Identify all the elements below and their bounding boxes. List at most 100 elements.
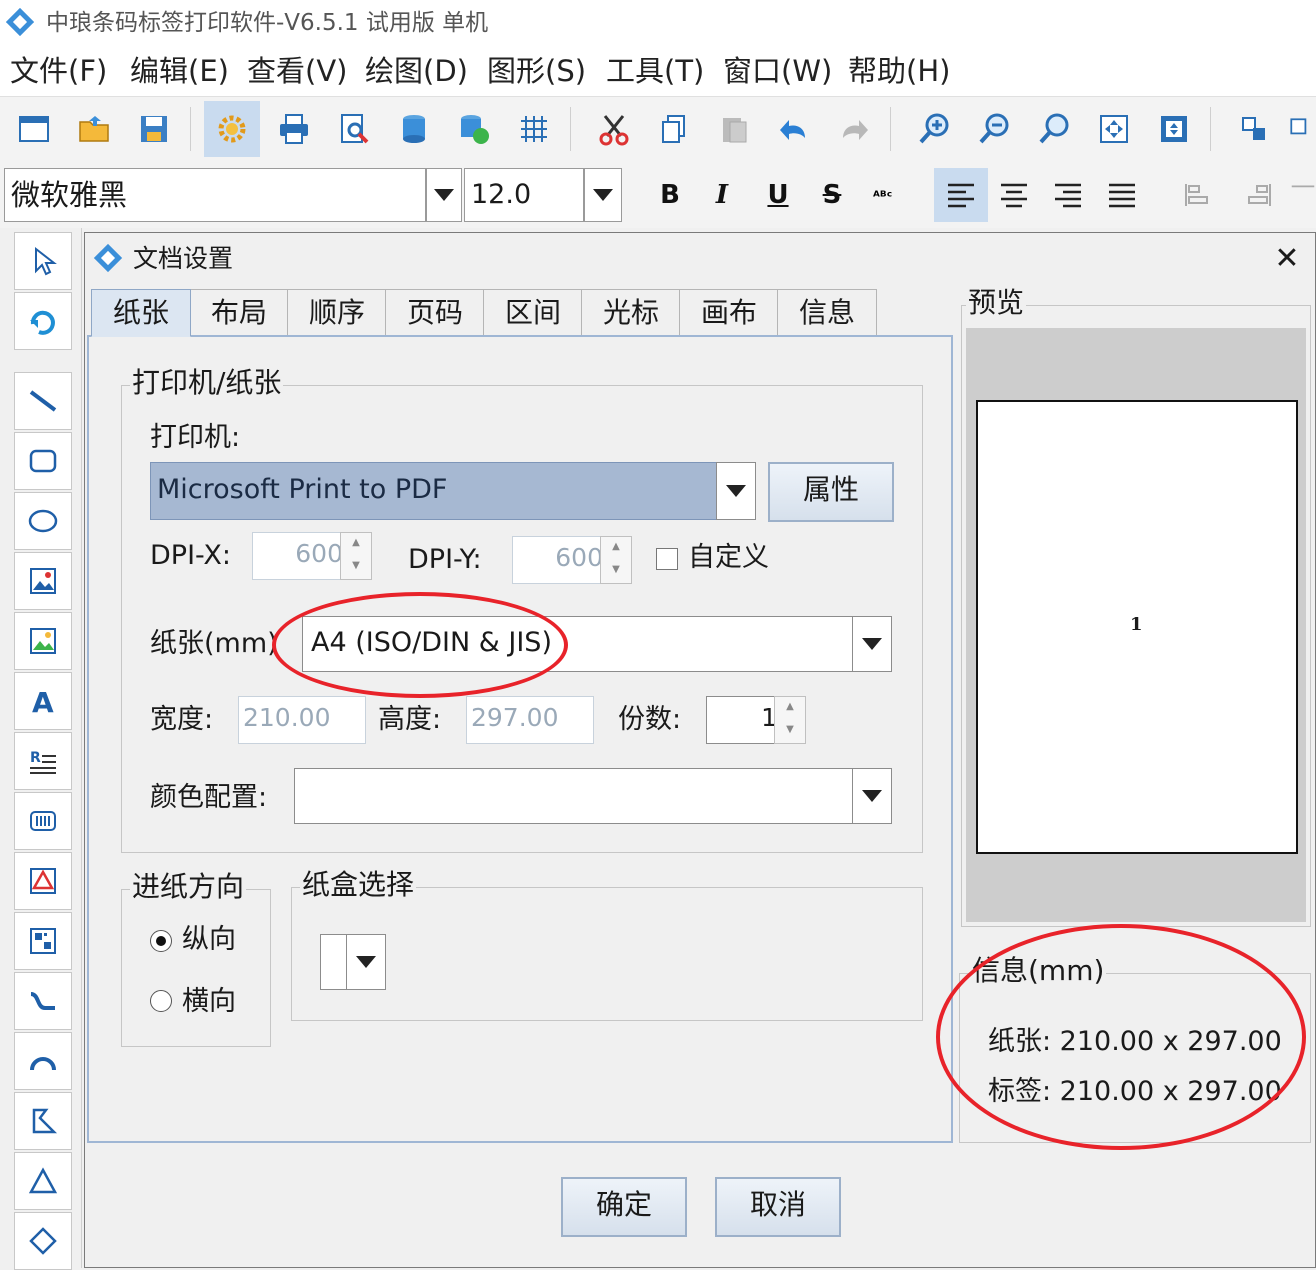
underline-button[interactable]: U bbox=[752, 168, 804, 222]
data-matrix-tool-icon[interactable] bbox=[14, 912, 72, 970]
undo-icon[interactable] bbox=[766, 101, 822, 157]
diamond-tool-icon[interactable] bbox=[14, 1212, 72, 1270]
menu-edit[interactable]: 编辑(E) bbox=[130, 52, 229, 90]
image-tool-icon[interactable] bbox=[14, 552, 72, 610]
dialog-title: 文档设置 bbox=[133, 244, 234, 273]
redo-icon[interactable] bbox=[826, 101, 882, 157]
properties-button[interactable]: 属性 bbox=[768, 462, 894, 522]
grid-icon[interactable] bbox=[506, 101, 562, 157]
database-connect-icon[interactable] bbox=[446, 101, 502, 157]
bold-button[interactable]: B bbox=[644, 168, 696, 222]
tab-paper[interactable]: 纸张 bbox=[91, 289, 191, 337]
char-spacing-icon[interactable]: ᴬᴮᶜ bbox=[860, 168, 912, 222]
copy-icon[interactable] bbox=[646, 101, 702, 157]
copies-field[interactable]: 1 bbox=[706, 696, 784, 744]
cancel-button[interactable]: 取消 bbox=[715, 1177, 841, 1237]
rotate-icon[interactable] bbox=[14, 292, 72, 350]
tab-canvas[interactable]: 画布 bbox=[679, 289, 779, 336]
preview-group: 预览 1 bbox=[961, 286, 1311, 927]
align-left-icon[interactable] bbox=[934, 168, 988, 222]
paper-tray-group: 纸盒选择 bbox=[291, 868, 923, 1021]
align-objects-right-icon[interactable] bbox=[1232, 168, 1284, 222]
layer-icon[interactable] bbox=[1286, 101, 1316, 157]
menu-view[interactable]: 查看(V) bbox=[247, 52, 347, 90]
line-tool-icon[interactable] bbox=[14, 372, 72, 430]
close-icon[interactable]: ✕ bbox=[1269, 241, 1305, 277]
chevron-down-icon[interactable] bbox=[584, 168, 622, 222]
chevron-down-icon[interactable] bbox=[426, 168, 462, 222]
dpi-x-field[interactable]: 600 bbox=[252, 532, 350, 580]
align-center-icon[interactable] bbox=[988, 168, 1040, 222]
settings-gear-icon[interactable] bbox=[204, 101, 260, 157]
tab-range[interactable]: 区间 bbox=[483, 289, 583, 336]
zoom-icon[interactable] bbox=[1026, 101, 1082, 157]
rich-text-tool-icon[interactable]: R bbox=[14, 732, 72, 790]
landscape-radio[interactable] bbox=[150, 990, 172, 1012]
chevron-down-icon[interactable] bbox=[852, 768, 892, 824]
menu-tools[interactable]: 工具(T) bbox=[606, 52, 704, 90]
paper-tray-select[interactable] bbox=[320, 934, 348, 990]
barcode-tool-icon[interactable] bbox=[14, 792, 72, 850]
chevron-down-icon[interactable] bbox=[716, 462, 756, 520]
print-preview-icon[interactable] bbox=[326, 101, 382, 157]
italic-button[interactable]: I bbox=[696, 168, 748, 222]
database-icon[interactable] bbox=[386, 101, 442, 157]
align-objects-top-icon[interactable] bbox=[1290, 168, 1316, 222]
tab-cursor[interactable]: 光标 bbox=[581, 289, 681, 336]
portrait-label: 纵向 bbox=[182, 924, 236, 955]
rectangle-tool-icon[interactable] bbox=[14, 432, 72, 490]
font-name-field[interactable]: 微软雅黑 bbox=[4, 168, 426, 222]
width-field[interactable]: 210.00 bbox=[238, 696, 366, 744]
custom-label: 自定义 bbox=[688, 542, 769, 573]
tab-layout[interactable]: 布局 bbox=[189, 289, 289, 336]
dpi-y-stepper[interactable]: ▲ ▼ bbox=[600, 536, 632, 584]
print-icon[interactable] bbox=[266, 101, 322, 157]
menu-draw[interactable]: 绘图(D) bbox=[365, 52, 468, 90]
strikethrough-button[interactable]: S bbox=[806, 168, 858, 222]
menu-window[interactable]: 窗口(W) bbox=[723, 52, 832, 90]
triangle-tool-icon[interactable] bbox=[14, 1152, 72, 1210]
align-right-icon[interactable] bbox=[1042, 168, 1094, 222]
fit-window-icon[interactable] bbox=[1146, 101, 1202, 157]
save-icon[interactable] bbox=[126, 101, 182, 157]
font-size-field[interactable]: 12.0 bbox=[464, 168, 584, 222]
zoom-out-icon[interactable] bbox=[966, 101, 1022, 157]
cut-icon[interactable] bbox=[586, 101, 642, 157]
picture-tool-icon[interactable] bbox=[14, 612, 72, 670]
printer-select[interactable]: Microsoft Print to PDF bbox=[150, 462, 724, 520]
qr-code-tool-icon[interactable] bbox=[14, 852, 72, 910]
select-pointer-icon[interactable] bbox=[14, 232, 72, 290]
tab-order[interactable]: 顺序 bbox=[287, 289, 387, 336]
zoom-in-icon[interactable] bbox=[906, 101, 962, 157]
chevron-down-icon[interactable] bbox=[346, 934, 386, 990]
curve-tool-icon[interactable] bbox=[14, 972, 72, 1030]
chevron-down-icon[interactable] bbox=[852, 616, 892, 672]
justify-icon[interactable] bbox=[1096, 168, 1148, 222]
fit-page-icon[interactable] bbox=[1086, 101, 1142, 157]
copies-stepper[interactable]: ▲ ▼ bbox=[774, 696, 806, 744]
color-config-select[interactable] bbox=[294, 768, 864, 824]
polygon-tool-icon[interactable] bbox=[14, 1092, 72, 1150]
ok-button[interactable]: 确定 bbox=[561, 1177, 687, 1237]
open-folder-icon[interactable] bbox=[66, 101, 122, 157]
text-tool-icon[interactable]: A bbox=[14, 672, 72, 730]
toolbar-separator bbox=[570, 107, 571, 151]
feed-direction-group: 进纸方向 纵向 横向 bbox=[121, 870, 271, 1047]
arc-tool-icon[interactable] bbox=[14, 1032, 72, 1090]
ellipse-tool-icon[interactable] bbox=[14, 492, 72, 550]
menu-help[interactable]: 帮助(H) bbox=[848, 52, 950, 90]
new-icon[interactable] bbox=[6, 101, 62, 157]
menu-shape[interactable]: 图形(S) bbox=[487, 52, 586, 90]
printer-label: 打印机: bbox=[150, 422, 241, 453]
arrange-icon[interactable] bbox=[1226, 101, 1282, 157]
menu-file[interactable]: 文件(F) bbox=[10, 52, 107, 90]
dpi-y-field[interactable]: 600 bbox=[512, 536, 610, 584]
paste-icon[interactable] bbox=[706, 101, 762, 157]
height-field[interactable]: 297.00 bbox=[466, 696, 594, 744]
align-objects-left-icon[interactable] bbox=[1172, 168, 1224, 222]
tab-info[interactable]: 信息 bbox=[777, 289, 877, 336]
dpi-x-stepper[interactable]: ▲ ▼ bbox=[340, 532, 372, 580]
tab-page-number[interactable]: 页码 bbox=[385, 289, 485, 336]
custom-checkbox[interactable] bbox=[656, 548, 678, 570]
portrait-radio[interactable] bbox=[150, 930, 172, 952]
